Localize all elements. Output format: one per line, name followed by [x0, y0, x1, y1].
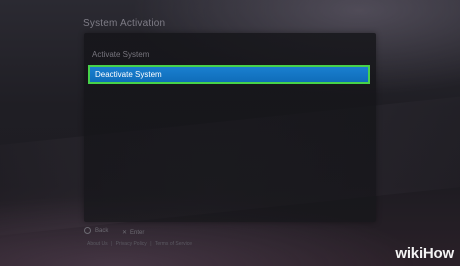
menu-item-activate-system[interactable]: Activate System [92, 50, 149, 59]
privacy-link[interactable]: Privacy Policy [116, 241, 147, 247]
terms-link[interactable]: Terms of Service [155, 241, 192, 247]
footer-links: About Us | Privacy Policy | Terms of Ser… [84, 241, 192, 247]
enter-hint[interactable]: ✕ Enter [122, 230, 144, 236]
enter-label: Enter [130, 230, 145, 236]
back-label: Back [95, 227, 109, 234]
cross-button-icon: ✕ [122, 230, 128, 236]
about-link[interactable]: About Us [87, 241, 108, 247]
wikihow-watermark: wikiHow [395, 245, 454, 262]
watermark-wiki: wiki [395, 245, 423, 262]
link-separator: | [110, 241, 113, 247]
menu-panel: Activate System Deactivate System [84, 33, 376, 222]
controls-hint-bar: Back ✕ Enter [84, 227, 156, 236]
circle-button-icon [84, 227, 91, 234]
page-title: System Activation [83, 18, 166, 29]
link-separator: | [150, 241, 152, 247]
menu-item-deactivate-system[interactable]: Deactivate System [88, 65, 370, 84]
watermark-how: How [422, 245, 454, 262]
back-hint[interactable]: Back [84, 227, 108, 234]
